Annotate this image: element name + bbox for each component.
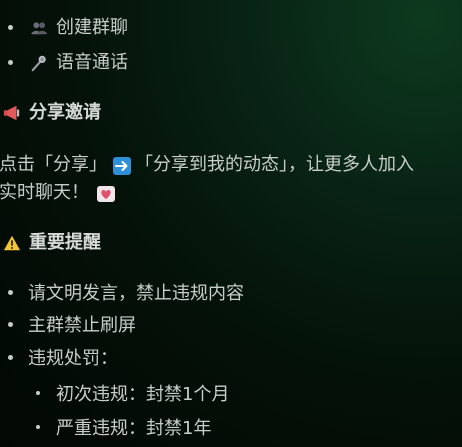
share-text-suffix: 「分享到我的动态」，让更多人加入: [135, 154, 414, 175]
bullet: [8, 355, 13, 360]
sub-list-item: 初次违规：封禁1个月: [36, 383, 229, 407]
right-arrow-icon: [113, 157, 131, 175]
warning-icon: [3, 234, 21, 252]
share-text-line2: 实时聊天！: [0, 182, 89, 203]
bullet: [8, 25, 13, 30]
megaphone-icon: [3, 104, 21, 122]
section-title: 重要提醒: [29, 232, 101, 253]
sub-list-item: 严重违规：封禁1年: [36, 417, 211, 441]
list-item-label: 请文明发言，禁止违规内容: [28, 283, 244, 304]
list-item: 请文明发言，禁止违规内容: [8, 282, 244, 306]
section-heading-notice: 重要提醒: [3, 231, 101, 255]
section-heading-share: 分享邀请: [3, 101, 101, 125]
list-item-label: 违规处罚：: [28, 348, 118, 369]
list-item: 创建群聊: [8, 16, 128, 40]
bullet: [36, 391, 40, 395]
sub-list-item-label: 初次违规：封禁1个月: [56, 384, 230, 405]
heart-icon: [97, 186, 115, 202]
list-item-label: 语音通话: [56, 52, 128, 73]
list-item: 语音通话: [8, 51, 128, 75]
share-line-1: 点击「分享」 「分享到我的动态」，让更多人加入: [0, 153, 414, 177]
bullet: [8, 290, 13, 295]
sub-list-item-label: 严重违规：封禁1年: [56, 418, 212, 439]
share-text-prefix: 点击「分享」: [0, 154, 107, 175]
bullet: [36, 425, 40, 429]
list-item: 主群禁止刷屏: [8, 314, 136, 338]
list-item: 违规处罚：: [8, 347, 118, 371]
share-line-2: 实时聊天！: [0, 181, 115, 205]
bullet: [8, 60, 13, 65]
microphone-icon: [30, 54, 48, 72]
people-icon: [30, 19, 48, 37]
section-title: 分享邀请: [29, 102, 101, 123]
list-item-label: 主群禁止刷屏: [28, 315, 136, 336]
list-item-label: 创建群聊: [56, 17, 128, 38]
bullet: [8, 322, 13, 327]
